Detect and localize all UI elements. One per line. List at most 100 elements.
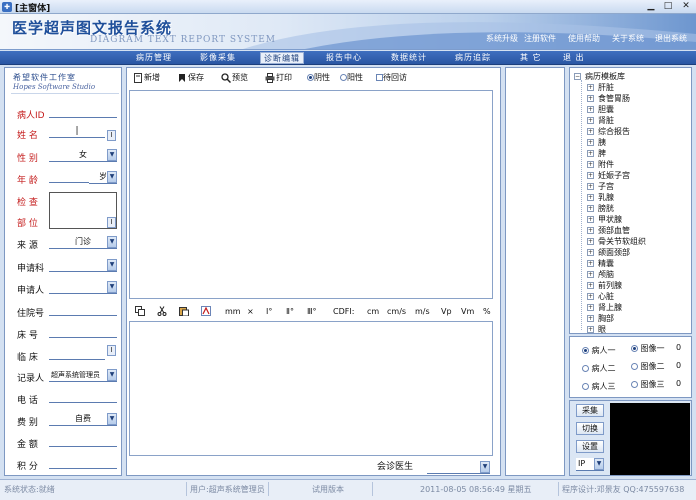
menu-diagnosis-edit[interactable]: 诊断编辑 (260, 52, 304, 64)
chevron-down-icon[interactable]: ▼ (594, 458, 604, 470)
tree-item-brain[interactable]: + 颅脑 (587, 269, 614, 280)
image-2-radio[interactable]: 图像二 (631, 361, 665, 372)
tree-item-pregnant-uterus[interactable]: + 妊娠子宫 (587, 170, 630, 181)
about-link[interactable]: 关于系统 (612, 33, 644, 44)
minimize-button[interactable]: ▁ (644, 1, 658, 12)
expand-icon[interactable]: + (587, 249, 594, 256)
positive-radio[interactable]: 阳性 (340, 72, 363, 84)
tree-item-musculoskeletal[interactable]: + 骨关节软组织 (587, 236, 646, 247)
tree-item-chest[interactable]: + 胸部 (587, 313, 614, 324)
tree-item-eye[interactable]: + 眼 (587, 324, 606, 333)
symbol-times[interactable]: × (247, 307, 254, 316)
fee-type-select[interactable]: 自费 ▼ (49, 413, 117, 426)
menu-record-management[interactable]: 病历管理 (133, 52, 175, 64)
font-icon[interactable] (201, 306, 211, 316)
expand-icon[interactable]: + (587, 128, 594, 135)
bed-no-input[interactable] (49, 326, 117, 338)
phone-input[interactable] (49, 391, 117, 403)
symbol-percent[interactable]: % (483, 307, 491, 316)
patient-2-radio[interactable]: 病人二 (582, 363, 616, 374)
name-lookup-button[interactable]: I (107, 130, 116, 141)
settings-button[interactable]: 设置 (576, 440, 604, 453)
register-software-link[interactable]: 注册软件 (524, 33, 556, 44)
tree-item-gi[interactable]: + 食管胃肠 (587, 93, 630, 104)
menu-record-tracking[interactable]: 病历追踪 (452, 52, 494, 64)
expand-icon[interactable]: + (587, 106, 594, 113)
chevron-down-icon[interactable]: ▼ (107, 259, 117, 271)
source-select[interactable]: 门诊 ▼ (49, 236, 117, 249)
expand-icon[interactable]: + (587, 282, 594, 289)
symbol-mm[interactable]: mm (225, 307, 241, 316)
cut-icon[interactable] (157, 306, 167, 316)
inpatient-no-input[interactable] (49, 304, 117, 316)
symbol-cm[interactable]: cm (367, 307, 379, 316)
age-unit-select[interactable]: 岁 ▼ (89, 171, 117, 184)
symbol-vm[interactable]: Vm (461, 307, 474, 316)
conclusion-textarea[interactable] (129, 321, 493, 456)
tree-item-maxillofacial[interactable]: + 颌面颈部 (587, 247, 630, 258)
symbol-vp[interactable]: Vp (441, 307, 452, 316)
chevron-down-icon[interactable]: ▼ (107, 171, 117, 183)
tree-item-adrenal[interactable]: + 肾上腺 (587, 302, 622, 313)
menu-image-capture[interactable]: 影像采集 (197, 52, 239, 64)
expand-icon[interactable]: + (587, 293, 594, 300)
gender-select[interactable]: 女 ▼ (49, 149, 117, 162)
expand-icon[interactable]: + (587, 194, 594, 201)
tree-item-heart[interactable]: + 心脏 (587, 291, 614, 302)
expand-icon[interactable]: + (587, 139, 594, 146)
exam-part-lookup-button[interactable]: I (107, 217, 116, 228)
tree-root-node[interactable]: − 病历模板库 (574, 71, 625, 82)
new-button[interactable]: 新增 (133, 72, 160, 84)
expand-icon[interactable]: + (587, 172, 594, 179)
menu-exit[interactable]: 退 出 (560, 52, 588, 64)
symbol-m-per-s[interactable]: m/s (415, 307, 430, 316)
tree-item-general-report[interactable]: + 综合报告 (587, 126, 630, 137)
consulting-doctor-select[interactable]: ▼ (427, 461, 490, 474)
symbol-cm-per-s[interactable]: cm/s (387, 307, 406, 316)
chevron-down-icon[interactable]: ▼ (107, 369, 117, 381)
expand-icon[interactable]: + (587, 238, 594, 245)
chevron-down-icon[interactable]: ▼ (107, 413, 117, 425)
collapse-icon[interactable]: − (574, 73, 581, 80)
thumbnail-strip[interactable] (505, 67, 565, 476)
preview-button[interactable]: 预览 (221, 72, 248, 84)
print-button[interactable]: 打印 (265, 72, 292, 84)
clinical-lookup-button[interactable]: I (107, 345, 116, 356)
chevron-down-icon[interactable]: ▼ (480, 461, 490, 473)
expand-icon[interactable]: + (587, 205, 594, 212)
image-1-radio[interactable]: 图像一 (631, 343, 665, 354)
tree-item-thyroid[interactable]: + 甲状腺 (587, 214, 622, 225)
tree-item-gallbladder[interactable]: + 胆囊 (587, 104, 614, 115)
menu-report-center[interactable]: 报告中心 (323, 52, 365, 64)
expand-icon[interactable]: + (587, 84, 594, 91)
findings-textarea[interactable] (129, 90, 493, 299)
menu-statistics[interactable]: 数据统计 (388, 52, 430, 64)
capture-mode-select[interactable]: IP ▼ (576, 458, 604, 471)
tree-item-prostate[interactable]: + 前列腺 (587, 280, 622, 291)
paste-icon[interactable] (179, 306, 189, 316)
close-button[interactable]: ✕ (679, 1, 693, 12)
video-preview[interactable] (610, 403, 690, 475)
tree-item-adnexa[interactable]: + 附件 (587, 159, 614, 170)
expand-icon[interactable]: + (587, 227, 594, 234)
name-input[interactable]: | (49, 126, 105, 138)
system-upgrade-link[interactable]: 系统升级 (486, 33, 518, 44)
expand-icon[interactable]: + (587, 315, 594, 322)
expand-icon[interactable]: + (587, 95, 594, 102)
capture-button[interactable]: 采集 (576, 404, 604, 417)
expand-icon[interactable]: + (587, 117, 594, 124)
tree-item-breast[interactable]: + 乳腺 (587, 192, 614, 203)
symbol-grade-3[interactable]: Ⅲ° (307, 307, 317, 316)
expand-icon[interactable]: + (587, 271, 594, 278)
tree-item-spleen[interactable]: + 脾 (587, 148, 606, 159)
help-link[interactable]: 使用帮助 (568, 33, 600, 44)
switch-button[interactable]: 切换 (576, 422, 604, 435)
points-input[interactable] (49, 457, 117, 469)
patient-3-radio[interactable]: 病人三 (582, 381, 616, 392)
tree-item-kidney[interactable]: + 肾脏 (587, 115, 614, 126)
tree-item-bladder[interactable]: + 膀胱 (587, 203, 614, 214)
expand-icon[interactable]: + (587, 216, 594, 223)
exit-system-link[interactable]: 退出系统 (655, 33, 687, 44)
expand-icon[interactable]: + (587, 260, 594, 267)
apply-dept-select[interactable]: ▼ (49, 259, 117, 272)
